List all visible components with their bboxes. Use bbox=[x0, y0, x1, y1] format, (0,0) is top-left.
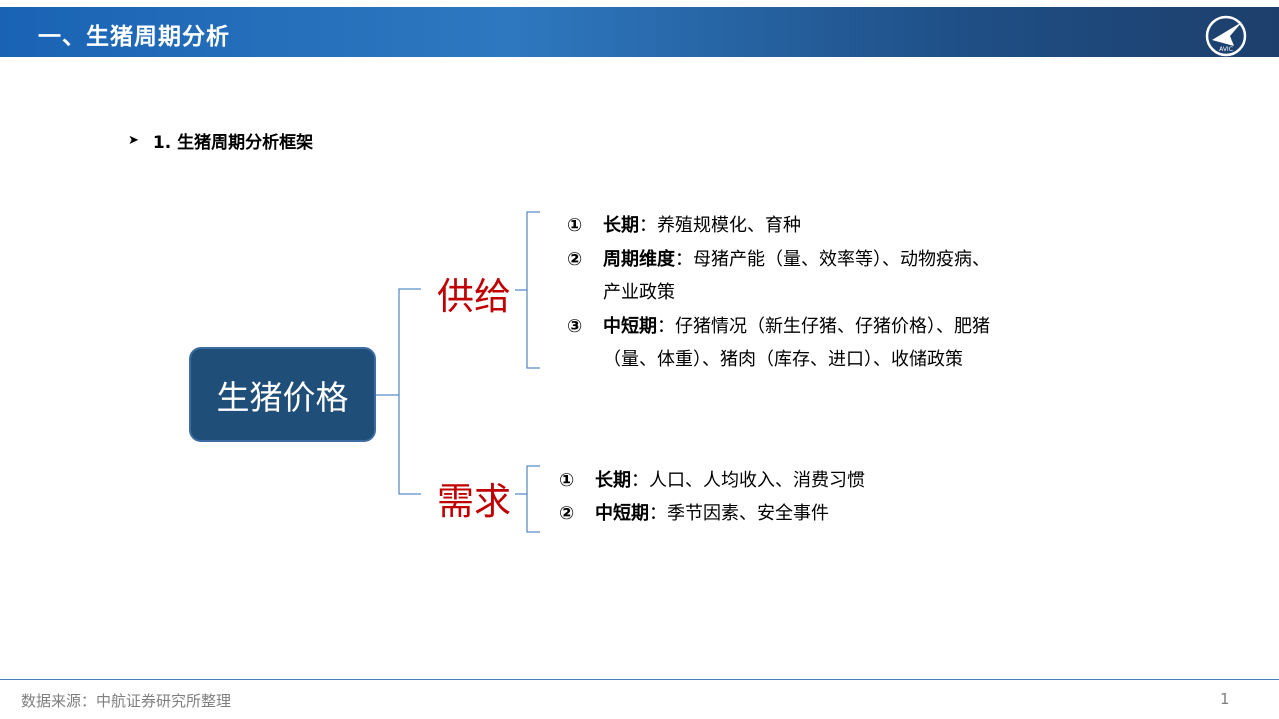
supply-bracket bbox=[526, 211, 540, 369]
item-key: 长期 bbox=[595, 470, 631, 491]
item-sep: ： bbox=[649, 503, 667, 524]
supply-item-2: ② 周期维度：母猪产能（量、效率等）、动物疫病、 bbox=[567, 245, 990, 271]
page-number: 1 bbox=[1220, 690, 1230, 708]
footer-divider bbox=[0, 679, 1279, 680]
item-number: ① bbox=[567, 215, 583, 236]
item-number: ① bbox=[559, 470, 575, 491]
item-key: 长期 bbox=[603, 215, 639, 236]
item-sep: ： bbox=[675, 249, 693, 270]
item-sep: ： bbox=[631, 470, 649, 491]
center-node-label: 生猪价格 bbox=[216, 377, 349, 417]
item-sep: ： bbox=[657, 316, 675, 337]
supply-item-3-continued: （量、体重）、猪肉（库存、进口）、收储政策 bbox=[603, 349, 963, 370]
item-number: ② bbox=[567, 249, 583, 270]
item-number: ② bbox=[559, 503, 575, 524]
item-key: 中短期 bbox=[595, 503, 649, 524]
center-node-pig-price: 生猪价格 bbox=[189, 347, 376, 442]
connector-main-bracket bbox=[398, 288, 421, 495]
item-text: 养殖规模化、育种 bbox=[657, 215, 801, 236]
item-text: 仔猪情况（新生仔猪、仔猪价格）、肥猪 bbox=[675, 316, 990, 337]
item-key: 中短期 bbox=[603, 316, 657, 337]
item-text: 人口、人均收入、消费习惯 bbox=[649, 470, 865, 491]
supply-item-3: ③ 中短期：仔猪情况（新生仔猪、仔猪价格）、肥猪 bbox=[567, 312, 990, 338]
demand-bracket bbox=[526, 465, 540, 533]
supply-item-1: ① 长期：养殖规模化、育种 bbox=[567, 211, 801, 237]
item-key: 周期维度 bbox=[603, 249, 675, 270]
demand-item-2: ② 中短期：季节因素、安全事件 bbox=[559, 499, 829, 525]
demand-label: 需求 bbox=[437, 480, 511, 523]
item-text: 母猪产能（量、效率等）、动物疫病、 bbox=[693, 249, 990, 270]
item-sep: ： bbox=[639, 215, 657, 236]
supply-label: 供给 bbox=[437, 275, 511, 318]
item-number: ③ bbox=[567, 316, 583, 337]
footer-source: 数据来源：中航证券研究所整理 bbox=[21, 692, 232, 710]
supply-item-2-continued: 产业政策 bbox=[603, 282, 675, 303]
item-text: 季节因素、安全事件 bbox=[667, 503, 829, 524]
demand-item-1: ① 长期：人口、人均收入、消费习惯 bbox=[559, 466, 865, 492]
